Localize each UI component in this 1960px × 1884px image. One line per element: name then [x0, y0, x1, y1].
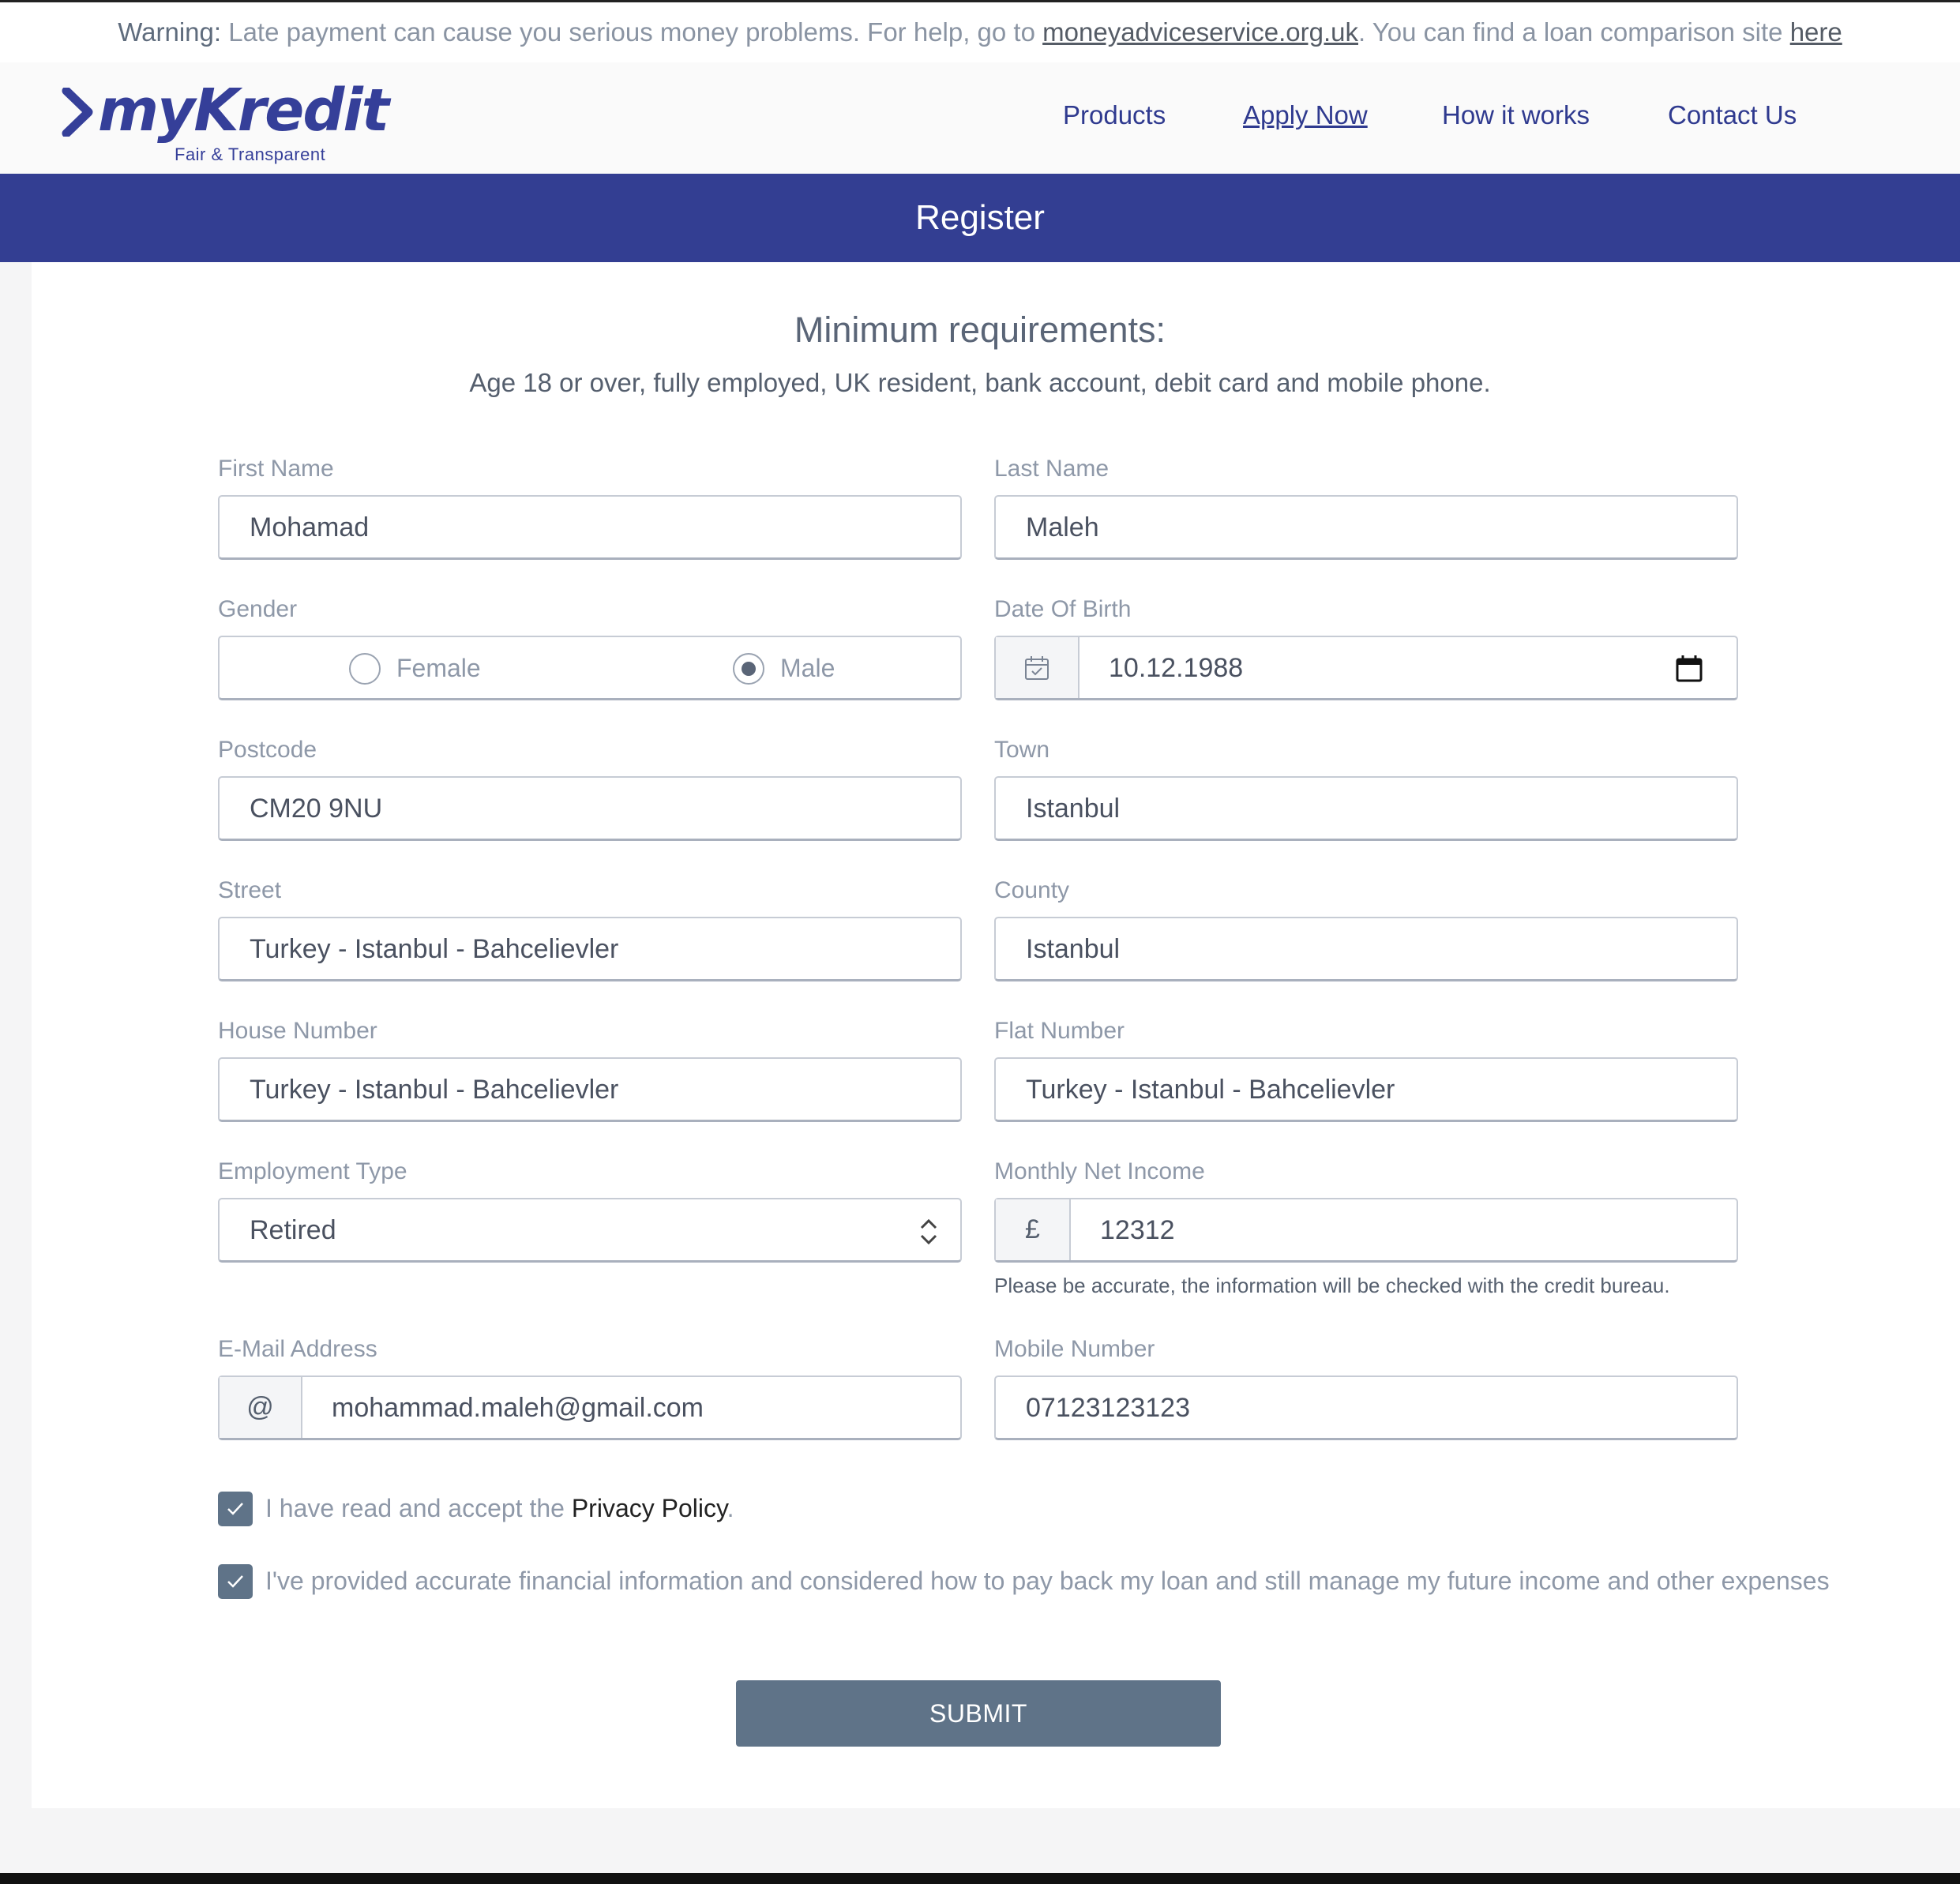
brand-logo[interactable]: myKredit Fair & Transparent	[62, 77, 389, 164]
last-name-input[interactable]: Maleh	[994, 495, 1738, 560]
warning-bar: Warning: Late payment can cause you seri…	[0, 2, 1960, 62]
male-label[interactable]: Male	[780, 637, 835, 699]
bottom-border	[0, 1873, 1960, 1884]
requirements-text: Age 18 or over, fully employed, UK resid…	[469, 368, 1491, 397]
house-number-input[interactable]: Turkey - Istanbul - Bahcelievler	[218, 1057, 962, 1122]
privacy-text: I have read and accept the Privacy Polic…	[265, 1494, 734, 1523]
money-advice-link[interactable]: moneyadviceservice.org.uk	[1042, 17, 1358, 47]
comparison-link[interactable]: here	[1790, 17, 1842, 47]
town-input[interactable]: Istanbul	[994, 776, 1738, 841]
town-label: Town	[994, 737, 1050, 763]
postcode-value: CM20 9NU	[250, 794, 383, 824]
check-icon	[227, 1575, 243, 1588]
county-value: Istanbul	[1026, 934, 1121, 964]
privacy-policy-link[interactable]: Privacy Policy	[572, 1494, 727, 1522]
logo-tagline: Fair & Transparent	[175, 144, 326, 164]
email-input[interactable]: @ mohammad.maleh@gmail.com	[218, 1375, 962, 1440]
street-input[interactable]: Turkey - Istanbul - Bahcelievler	[218, 917, 962, 981]
logo-wordmark: myKredit	[98, 77, 389, 144]
female-label[interactable]: Female	[396, 637, 481, 699]
mobile-label: Mobile Number	[994, 1336, 1155, 1362]
check-icon	[227, 1503, 243, 1515]
flat-number-input[interactable]: Turkey - Istanbul - Bahcelievler	[994, 1057, 1738, 1122]
pound-addon: £	[996, 1199, 1071, 1260]
postcode-input[interactable]: CM20 9NU	[218, 776, 962, 841]
gender-group: Female Male	[218, 636, 962, 700]
dob-value: 10.12.1988	[1109, 653, 1244, 683]
accuracy-checkbox[interactable]	[218, 1564, 253, 1599]
email-label: E-Mail Address	[218, 1336, 377, 1362]
nav-products[interactable]: Products	[1063, 100, 1166, 130]
town-value: Istanbul	[1026, 794, 1121, 824]
dob-addon	[996, 637, 1080, 698]
privacy-text-prefix: I have read and accept the	[265, 1494, 572, 1522]
income-input[interactable]: £ 12312	[994, 1198, 1738, 1263]
county-input[interactable]: Istanbul	[994, 917, 1738, 981]
county-label: County	[994, 877, 1070, 903]
accuracy-text: I've provided accurate financial informa…	[265, 1567, 1830, 1595]
street-value: Turkey - Istanbul - Bahcelievler	[250, 934, 619, 964]
mobile-input[interactable]: 07123123123	[994, 1375, 1738, 1440]
privacy-text-suffix: .	[727, 1494, 734, 1522]
nav-contact-us[interactable]: Contact Us	[1668, 100, 1797, 130]
income-helper-text: Please be accurate, the information will…	[994, 1274, 1670, 1297]
house-number-value: Turkey - Istanbul - Bahcelievler	[250, 1075, 619, 1105]
female-radio[interactable]	[349, 653, 381, 685]
email-value: mohammad.maleh@gmail.com	[332, 1393, 704, 1423]
first-name-input[interactable]: Mohamad	[218, 495, 962, 560]
page: Warning: Late payment can cause you seri…	[0, 0, 1960, 1884]
male-radio[interactable]	[733, 653, 764, 685]
employment-type-label: Employment Type	[218, 1158, 407, 1184]
at-addon: @	[220, 1377, 302, 1438]
employment-type-value: Retired	[250, 1215, 336, 1245]
calendar-check-icon	[1025, 655, 1049, 680]
requirements-title: Minimum requirements:	[794, 310, 1166, 350]
logo-chevron-icon	[62, 88, 93, 137]
last-name-value: Maleh	[1026, 512, 1099, 542]
warning-text-2: . You can find a loan comparison site	[1358, 17, 1790, 47]
income-label: Monthly Net Income	[994, 1158, 1205, 1184]
select-arrows-icon	[920, 1218, 937, 1245]
dob-input[interactable]: 10.12.1988	[994, 636, 1738, 700]
first-name-label: First Name	[218, 456, 334, 482]
house-number-label: House Number	[218, 1018, 377, 1044]
postcode-label: Postcode	[218, 737, 317, 763]
employment-type-select[interactable]: Retired	[218, 1198, 962, 1263]
last-name-label: Last Name	[994, 456, 1110, 482]
privacy-checkbox[interactable]	[218, 1492, 253, 1526]
first-name-value: Mohamad	[250, 512, 370, 542]
dob-label: Date Of Birth	[994, 596, 1132, 622]
register-banner: Register	[0, 174, 1960, 262]
mobile-value: 07123123123	[1026, 1393, 1191, 1423]
street-label: Street	[218, 877, 282, 903]
calendar-picker-icon[interactable]	[1675, 655, 1703, 683]
flat-number-label: Flat Number	[994, 1018, 1125, 1044]
income-value: 12312	[1100, 1215, 1175, 1245]
site-header: myKredit Fair & Transparent Products App…	[0, 62, 1960, 174]
nav-apply-now[interactable]: Apply Now	[1243, 100, 1368, 130]
warning-text-1: Late payment can cause you serious money…	[221, 17, 1043, 47]
nav-how-it-works[interactable]: How it works	[1442, 100, 1590, 130]
warning-prefix: Warning:	[118, 17, 222, 47]
flat-number-value: Turkey - Istanbul - Bahcelievler	[1026, 1075, 1395, 1105]
gender-label: Gender	[218, 596, 298, 622]
submit-button[interactable]: SUBMIT	[736, 1680, 1221, 1747]
